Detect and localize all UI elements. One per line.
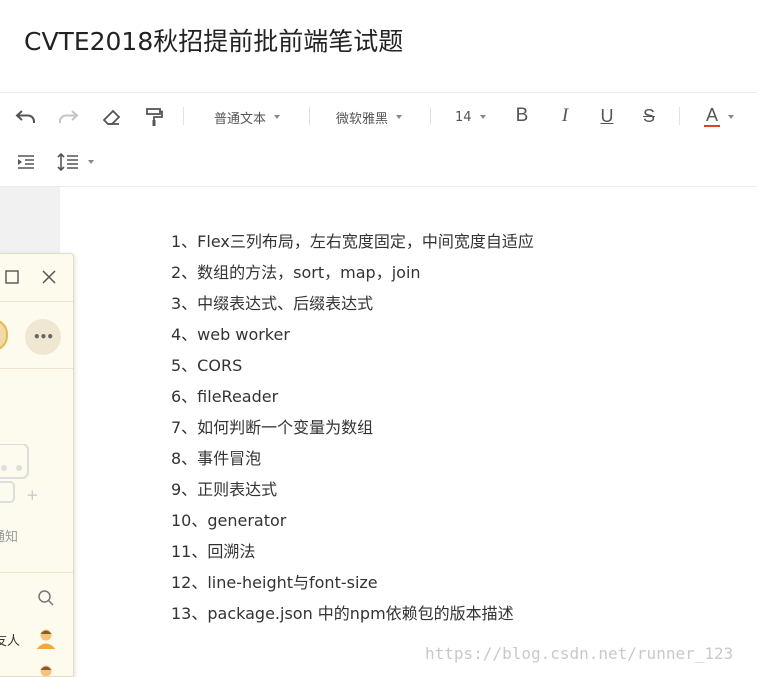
content-line: 4、web worker bbox=[171, 325, 290, 344]
content-line: 2、数组的方法，sort，map，join bbox=[171, 263, 421, 282]
eraser-icon[interactable] bbox=[100, 105, 124, 129]
title-bar: CVTE2018秋招提前批前端笔试题 bbox=[0, 0, 757, 93]
add-icon: + bbox=[26, 486, 39, 504]
chevron-down-icon[interactable] bbox=[728, 115, 734, 119]
italic-button[interactable]: I bbox=[553, 104, 577, 128]
font-color-button[interactable]: A bbox=[700, 104, 724, 128]
italic-label: I bbox=[561, 105, 569, 126]
toolbar-divider bbox=[679, 107, 680, 125]
document-title[interactable]: CVTE2018秋招提前批前端笔试题 bbox=[24, 22, 403, 58]
font-color-swatch bbox=[704, 124, 720, 127]
content-line: 7、如何判断一个变量为数组 bbox=[171, 418, 374, 437]
panel-divider bbox=[0, 572, 73, 573]
side-chat-panel: ••• + 通知 友人 bbox=[0, 253, 74, 677]
paragraph-style-dropdown[interactable]: 普通文本 bbox=[214, 107, 281, 127]
content-line: 9、正则表达式 bbox=[171, 480, 278, 499]
font-family-dropdown[interactable]: 微软雅黑 bbox=[336, 107, 403, 127]
content-line: 1、Flex三列布局，左右宽度固定，中间宽度自适应 bbox=[171, 232, 534, 251]
toolbar-divider bbox=[430, 107, 431, 125]
content-line: 3、中缀表达式、后缀表达式 bbox=[171, 294, 374, 313]
panel-divider bbox=[0, 368, 73, 369]
more-button[interactable]: ••• bbox=[25, 319, 61, 355]
panel-shortcut-button[interactable] bbox=[0, 319, 8, 351]
font-family-value: 微软雅黑 bbox=[336, 111, 389, 127]
contact-name: 友人 bbox=[0, 634, 21, 649]
chevron-down-icon[interactable] bbox=[88, 160, 94, 164]
search-icon[interactable] bbox=[36, 588, 56, 608]
contact-avatar-partial[interactable] bbox=[34, 660, 58, 676]
content-line: 8、事件冒泡 bbox=[171, 449, 262, 468]
toolbar-divider bbox=[309, 107, 310, 125]
bold-label: B bbox=[515, 105, 529, 126]
content-line: 13、package.json 中的npm依赖包的版本描述 bbox=[171, 604, 514, 623]
contact-list-item[interactable]: 友人 bbox=[0, 626, 73, 650]
document-content[interactable]: 1、Flex三列布局，左右宽度固定，中间宽度自适应 2、数组的方法，sort，m… bbox=[171, 229, 534, 632]
toolbar-divider bbox=[183, 107, 184, 125]
underline-label: U bbox=[600, 105, 614, 126]
notice-text: 通知 bbox=[0, 530, 19, 545]
chevron-down-icon bbox=[396, 115, 403, 119]
more-label: ••• bbox=[32, 330, 54, 344]
add-label: + bbox=[26, 486, 39, 504]
paragraph-style-value: 普通文本 bbox=[214, 111, 267, 127]
font-color-label: A bbox=[705, 104, 718, 125]
undo-icon[interactable] bbox=[14, 105, 38, 129]
content-line: 5、CORS bbox=[171, 356, 243, 375]
panel-divider bbox=[0, 301, 73, 302]
content-line: 12、line-height与font-size bbox=[171, 573, 378, 592]
chevron-down-icon bbox=[274, 115, 281, 119]
line-height-icon[interactable] bbox=[55, 150, 81, 174]
maximize-icon[interactable] bbox=[4, 269, 20, 285]
strikethrough-button[interactable]: S bbox=[637, 104, 661, 128]
content-line: 11、回溯法 bbox=[171, 542, 256, 561]
content-line: 10、generator bbox=[171, 511, 287, 530]
watermark: https://blog.csdn.net/runner_123 bbox=[425, 644, 734, 663]
format-painter-icon[interactable] bbox=[142, 105, 166, 129]
indent-icon[interactable] bbox=[14, 150, 38, 174]
underline-button[interactable]: U bbox=[595, 104, 619, 128]
chevron-down-icon bbox=[479, 115, 486, 119]
user-avatar-icon bbox=[40, 665, 52, 676]
bold-button[interactable]: B bbox=[510, 104, 534, 128]
strikethrough-label: S bbox=[642, 105, 655, 126]
content-line: 6、fileReader bbox=[171, 387, 279, 406]
redo-icon[interactable] bbox=[56, 105, 80, 129]
close-icon[interactable] bbox=[39, 267, 59, 287]
user-avatar-icon bbox=[36, 629, 56, 649]
font-size-value: 14 bbox=[455, 109, 472, 125]
font-size-dropdown[interactable]: 14 bbox=[455, 107, 486, 127]
